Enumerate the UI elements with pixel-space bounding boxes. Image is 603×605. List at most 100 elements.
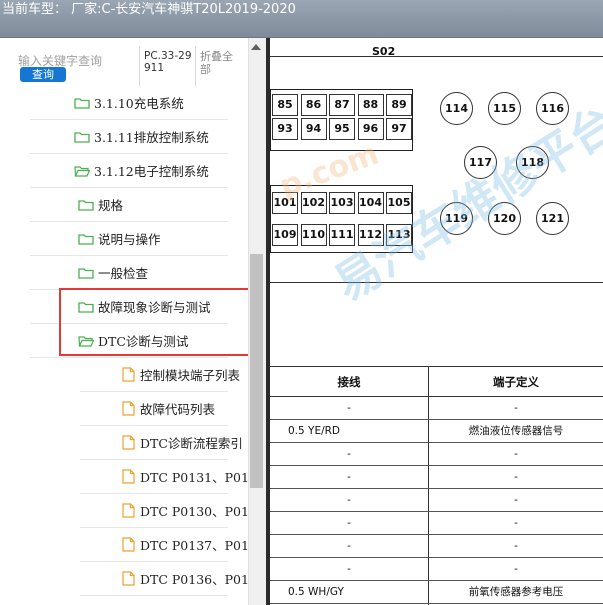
- document-viewer: S02 85 86 87 88 89 93 94 95 96 97 101 102 103 104 105 1…: [270, 38, 603, 605]
- document-icon: [122, 435, 140, 450]
- tree-leaf-item[interactable]: DTC P0130、P013: [80, 494, 257, 528]
- definition-cell: -: [514, 563, 518, 575]
- tree-item-label: 规格: [98, 198, 124, 213]
- tree-item-label: DTC诊断流程索引: [140, 436, 243, 451]
- pin-cell: 85: [272, 94, 298, 116]
- highlight-box: [59, 288, 251, 356]
- pin-cell: 112: [357, 224, 384, 246]
- wire-cell: -: [347, 494, 351, 506]
- document-icon: [122, 571, 140, 586]
- pin-cell: 95: [329, 118, 355, 140]
- tree-folder-item[interactable]: 3.1.11排放控制系统: [30, 120, 228, 154]
- pin-cell: 89: [386, 94, 412, 116]
- definition-cell: 前氧传感器参考电压: [468, 586, 564, 598]
- table-body: - -0.5 YE/RD 燃油液位传感器信号 - - - - - - - - - - - -0.5 WH/G…: [270, 397, 603, 605]
- pin-cell: 109: [272, 224, 298, 246]
- folder-icon: [78, 267, 98, 279]
- tree-folder-item[interactable]: 3.1.10充电系统: [30, 86, 228, 120]
- pin-circle: 114: [440, 92, 473, 125]
- tree-item-label: 说明与操作: [98, 232, 161, 247]
- tree-folder-item[interactable]: 规格: [30, 188, 228, 222]
- table-row: --: [270, 512, 603, 535]
- pin-cell: 97: [386, 118, 412, 140]
- scroll-thumb[interactable]: [250, 254, 263, 488]
- title-bar: 当前车型： 厂家:C-长安汽车神骐T20L2019-2020: [0, 0, 603, 38]
- table-row: --: [270, 466, 603, 489]
- tree-leaf-item[interactable]: 故障代码列表: [80, 392, 228, 426]
- table-row: --: [270, 558, 603, 581]
- definition-cell: 燃油液位传感器信号: [468, 425, 564, 437]
- tree-item-label: 控制模块端子列表: [140, 368, 241, 383]
- connector-diagram: 85 86 87 88 89 93 94 95 96 97 101 102 103 104 105 109 11…: [270, 56, 603, 283]
- wire-cell: -: [347, 540, 351, 552]
- document-icon: [122, 537, 140, 552]
- wire-cell: -: [347, 517, 351, 529]
- tree-leaf-item[interactable]: DTC P0137、P013: [80, 528, 257, 562]
- pin-circle: 120: [488, 202, 521, 235]
- header-definition: 端子定义: [493, 375, 539, 389]
- table-header: 接线 端子定义: [270, 367, 603, 397]
- pin-cell: 105: [386, 192, 412, 214]
- table-row: --: [270, 443, 603, 466]
- tree-item-label: 一般检查: [98, 266, 149, 281]
- scroll-up-arrow-icon[interactable]: [251, 44, 261, 50]
- definition-cell: -: [514, 517, 518, 529]
- pin-circle: 121: [536, 202, 569, 235]
- pin-cell: 111: [329, 224, 355, 246]
- pin-cell: 103: [329, 192, 355, 214]
- wire-cell: -: [347, 448, 351, 460]
- search-divider: [139, 46, 140, 86]
- pin-circle: 118: [516, 146, 549, 179]
- folder-icon: [78, 233, 98, 245]
- tree-leaf-item[interactable]: DTC P0136、P013: [80, 562, 257, 596]
- folder-icon: [74, 97, 94, 109]
- collapse-all-button[interactable]: 折叠全部: [200, 50, 242, 76]
- tree-leaf-item[interactable]: DTC P0131、P013: [80, 460, 257, 494]
- document-icon: [122, 401, 140, 416]
- definition-cell: -: [514, 402, 518, 414]
- pin-cell: 93: [272, 118, 298, 140]
- pin-cell: 110: [300, 224, 327, 246]
- definition-cell: -: [514, 540, 518, 552]
- definition-cell: -: [514, 471, 518, 483]
- definition-cell: -: [514, 448, 518, 460]
- tree-item-label: DTC P0137、P013: [140, 538, 257, 553]
- tree-folder-item[interactable]: 3.1.12电子控制系统: [30, 154, 228, 188]
- pin-cell: 104: [357, 192, 384, 214]
- wire-cell: 0.5 WH/GY: [288, 586, 344, 598]
- table-row: 0.5 YE/RD 燃油液位传感器信号: [270, 420, 603, 443]
- search-button[interactable]: 查询: [20, 67, 66, 82]
- tree-folder-item[interactable]: 说明与操作: [30, 222, 228, 256]
- tree-item-label: 3.1.11排放控制系统: [94, 130, 209, 145]
- tree-folder-item[interactable]: 一般检查: [30, 256, 228, 290]
- folder-icon: [78, 199, 98, 211]
- table-row: --: [270, 535, 603, 558]
- document-icon: [122, 503, 140, 518]
- header-wire: 接线: [337, 375, 361, 389]
- tree-leaf-item[interactable]: 控制模块端子列表: [80, 358, 240, 392]
- tree-item-label: 3.1.12电子控制系统: [94, 164, 209, 179]
- tree-item-label: DTC P0136、P013: [140, 572, 257, 587]
- wire-cell: -: [347, 563, 351, 575]
- terminal-table: 接线 端子定义 - -0.5 YE/RD 燃油液位传感器信号 - - - - - - - - - - - -…: [270, 366, 603, 605]
- pin-circle: 117: [464, 146, 497, 179]
- pin-circle: 119: [440, 202, 473, 235]
- folder-icon: [74, 131, 94, 143]
- pin-circle: 115: [488, 92, 521, 125]
- pin-cell: 102: [300, 192, 327, 214]
- pin-cell: 88: [357, 94, 384, 116]
- table-row: --: [270, 489, 603, 512]
- tree-item-label: 故障代码列表: [140, 402, 216, 417]
- code-divider: [195, 46, 196, 86]
- wire-cell: 0.5 YE/RD: [288, 425, 341, 437]
- pin-cell: 101: [272, 192, 298, 214]
- tree-item-label: DTC P0131、P013: [140, 470, 257, 485]
- table-row: --: [270, 397, 603, 420]
- pc-code: PC.33-29911: [144, 50, 192, 74]
- pin-circle: 116: [536, 92, 569, 125]
- tree-leaf-item[interactable]: DTC诊断流程索引: [80, 426, 243, 460]
- document-icon: [122, 469, 140, 484]
- pin-cell: 87: [329, 94, 355, 116]
- wire-cell: -: [347, 471, 351, 483]
- wire-cell: -: [347, 402, 351, 414]
